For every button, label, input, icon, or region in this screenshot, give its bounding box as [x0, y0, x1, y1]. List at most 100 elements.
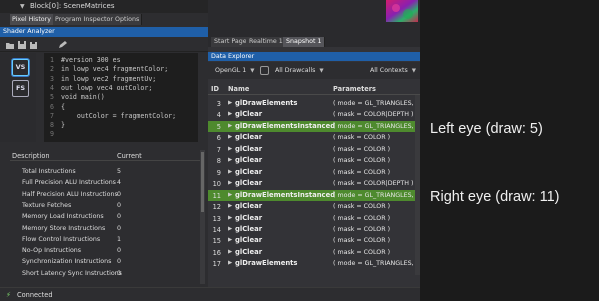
save-all-icon[interactable]: [30, 41, 38, 49]
expand-arrow-icon[interactable]: ▶: [228, 203, 232, 209]
call-params: ( mask = COLOR ): [333, 225, 391, 233]
stats-scrollbar[interactable]: [200, 150, 205, 284]
expand-arrow-icon[interactable]: ▶: [228, 169, 232, 175]
tab-snapshot-1[interactable]: Snapshot 1: [283, 37, 326, 47]
tree-header-row[interactable]: ▼ Block[0]: SceneMatrices: [0, 0, 208, 13]
tab-program-inspector[interactable]: Program Inspector: [53, 14, 116, 25]
expand-arrow-icon[interactable]: ▶: [228, 134, 232, 140]
expand-arrow-icon[interactable]: ▶: [228, 157, 232, 163]
context-select[interactable]: All Contexts ▼: [367, 65, 416, 76]
expand-arrow-icon[interactable]: ▶: [228, 100, 232, 106]
stats-row[interactable]: No-Op Instructions 0: [10, 245, 200, 256]
call-row[interactable]: 3 ▶ glDrawElements ( mode = GL_TRIANGLES, c…: [208, 98, 423, 109]
code-text: outColor = fragmentColor;: [61, 111, 177, 120]
fragment-shader-stage-icon[interactable]: FS: [12, 80, 29, 97]
stats-row[interactable]: Full Precision ALU Instructions 4: [10, 177, 200, 188]
status-text: Connected: [17, 291, 53, 299]
stat-value: 0: [117, 224, 122, 232]
column-header-id[interactable]: ID: [211, 85, 219, 93]
status-bar: ⚡ Connected: [0, 287, 420, 301]
call-row[interactable]: 15 ▶ glClear ( mask = COLOR ): [208, 235, 420, 246]
stat-value: 1: [117, 235, 122, 243]
call-name: glClear: [235, 247, 263, 256]
call-row[interactable]: 9 ▶ glClear ( mask = COLOR ): [208, 167, 420, 178]
shader-code-editor[interactable]: 1 #version 300 es 2 in lowp vec4 fragmentCo…: [44, 53, 198, 142]
expand-triangle-icon[interactable]: ▼: [20, 3, 25, 10]
api-select-value: OpenGL 1: [215, 67, 247, 74]
filter-icon[interactable]: [260, 66, 269, 75]
right-pane: Start Page Realtime 1 Snapshot 1 Data Ex…: [208, 0, 423, 287]
stats-row[interactable]: Short Latency Sync Instructions 0: [10, 268, 200, 279]
expand-arrow-icon[interactable]: ▶: [228, 237, 232, 243]
tab-options[interactable]: Options: [113, 14, 143, 25]
call-row[interactable]: 10 ▶ glClear ( mask = COLOR|DEPTH ): [208, 178, 420, 189]
call-row[interactable]: 5 ▶ glDrawElementsInstanced( mode = GL_TRI…: [208, 120, 420, 132]
call-id: 16: [212, 248, 221, 257]
stat-description: Short Latency Sync Instructions: [22, 269, 122, 277]
stats-row[interactable]: Flow Control Instructions 1: [10, 234, 200, 245]
tab-start-page[interactable]: Start Page: [211, 37, 251, 47]
call-row[interactable]: 16 ▶ glClear ( mask = COLOR ): [208, 247, 420, 258]
expand-arrow-icon[interactable]: ▶: [228, 123, 232, 129]
drawcall-select[interactable]: All Drawcalls ▼: [272, 65, 324, 76]
call-row[interactable]: 12 ▶ glClear ( mask = COLOR ): [208, 201, 420, 212]
expand-arrow-icon[interactable]: ▶: [228, 226, 232, 232]
expand-arrow-icon[interactable]: ▶: [228, 180, 232, 186]
call-params: ( mode = GL_TRIANGLES, c: [333, 122, 420, 130]
code-text: out lowp vec4 outColor;: [61, 83, 153, 92]
call-name: glClear: [235, 167, 263, 176]
chevron-down-icon: ▼: [411, 68, 416, 74]
expand-arrow-icon[interactable]: ▶: [228, 111, 232, 117]
tree-header-label: Block[0]: SceneMatrices: [30, 2, 115, 10]
stats-row[interactable]: Texture Fetches 0: [10, 200, 200, 211]
call-params: ( mask = COLOR ): [333, 214, 391, 222]
call-name: glClear: [235, 144, 263, 153]
call-row[interactable]: 17 ▶ glDrawElements ( mode = GL_TRIANGLES, …: [208, 258, 423, 269]
open-folder-icon[interactable]: [6, 41, 14, 49]
stats-row[interactable]: Memory Store Instructions 0: [10, 223, 200, 234]
tab-realtime-1[interactable]: Realtime 1: [246, 37, 287, 47]
call-row[interactable]: 7 ▶ glClear ( mask = COLOR ): [208, 144, 420, 155]
expand-arrow-icon[interactable]: ▶: [228, 215, 232, 221]
column-header-name[interactable]: Name: [228, 85, 249, 93]
call-id: 10: [212, 180, 221, 189]
framebuffer-thumbnail[interactable]: [386, 0, 418, 22]
call-params: ( mode = GL_TRIANGLES, c: [333, 191, 420, 199]
connected-plug-icon: ⚡: [6, 291, 11, 299]
column-header-current[interactable]: Current: [117, 152, 142, 160]
expand-arrow-icon[interactable]: ▶: [228, 260, 232, 266]
stats-row[interactable]: Synchronization Instructions 0: [10, 256, 200, 267]
tab-pixel-history[interactable]: Pixel History: [10, 14, 54, 25]
scrollbar-thumb[interactable]: [201, 152, 204, 212]
left-pane: ▼ Block[0]: SceneMatrices Pixel History …: [0, 0, 208, 301]
stat-description: Full Precision ALU Instructions: [22, 179, 116, 187]
call-row[interactable]: 14 ▶ glClear ( mask = COLOR ): [208, 224, 420, 235]
chevron-down-icon: ▼: [250, 68, 255, 74]
context-select-value: All Contexts: [370, 67, 408, 74]
call-id: 8: [216, 157, 221, 166]
expand-arrow-icon[interactable]: ▶: [228, 192, 232, 198]
call-name: glClear: [235, 224, 263, 233]
call-row[interactable]: 13 ▶ glClear ( mask = COLOR ): [208, 213, 420, 224]
call-params: ( mode = GL_TRIANGLES, co: [333, 260, 423, 268]
left-tab-bar: Pixel History Program Inspector Options: [0, 14, 208, 25]
column-header-description[interactable]: Description: [12, 152, 50, 160]
stats-row[interactable]: Half Precision ALU Instructions 0: [10, 189, 200, 200]
stats-row[interactable]: Memory Load Instructions 0: [10, 211, 200, 222]
expand-arrow-icon[interactable]: ▶: [228, 249, 232, 255]
call-row[interactable]: 4 ▶ glClear ( mask = COLOR|DEPTH ): [208, 109, 420, 120]
line-number: 8: [50, 121, 54, 130]
column-header-parameters[interactable]: Parameters: [333, 85, 376, 93]
call-row[interactable]: 11 ▶ glDrawElementsInstanced( mode = GL_TR…: [208, 189, 420, 201]
expand-arrow-icon[interactable]: ▶: [228, 146, 232, 152]
call-params: ( mask = COLOR ): [333, 168, 391, 176]
save-icon[interactable]: [18, 41, 26, 49]
call-row[interactable]: 6 ▶ glClear ( mask = COLOR ): [208, 132, 420, 143]
call-row[interactable]: 8 ▶ glClear ( mask = COLOR ): [208, 155, 420, 166]
stat-value: 0: [117, 201, 122, 209]
vertex-shader-stage-icon[interactable]: VS: [12, 59, 29, 76]
stats-row[interactable]: Total Instructions 5: [10, 166, 200, 177]
edit-shader-icon[interactable]: [58, 41, 68, 49]
code-text: in lowp vec2 fragmentUv;: [61, 74, 157, 83]
api-select[interactable]: OpenGL 1 ▼: [212, 65, 254, 76]
